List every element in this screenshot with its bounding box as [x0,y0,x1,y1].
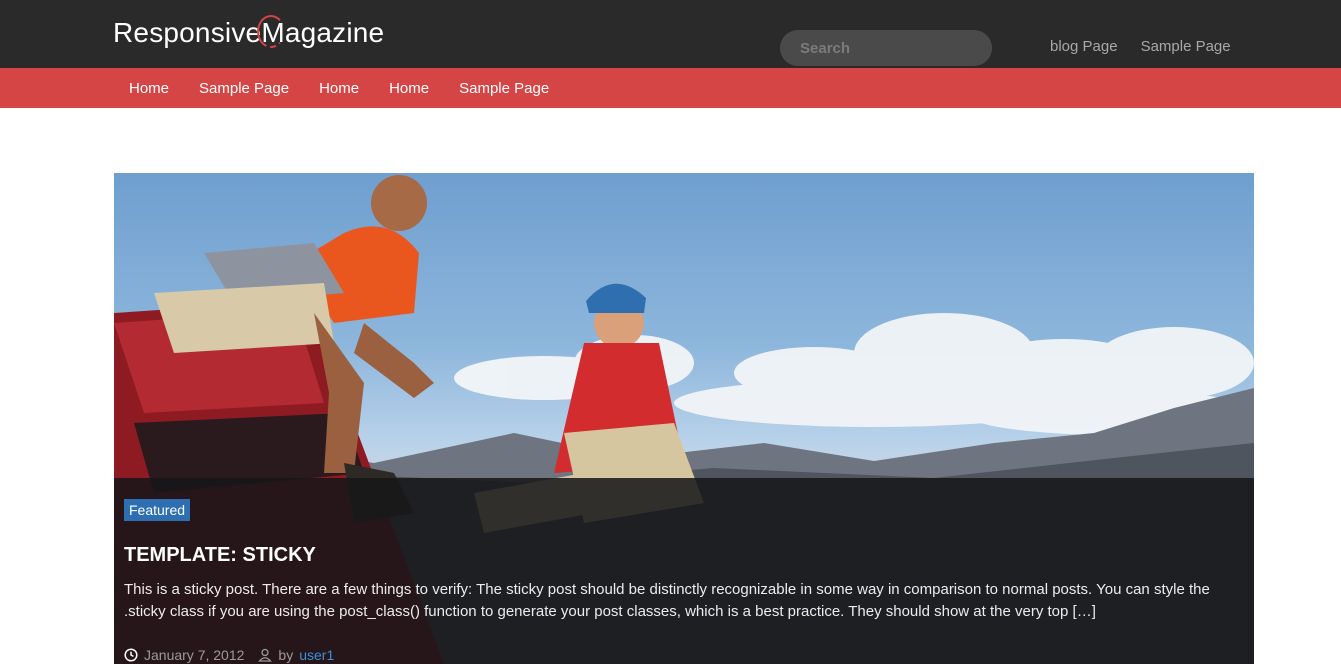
main-nav-items: Home Sample Page Home Home Sample Page [114,68,564,108]
post-author-prefix: by [278,647,294,663]
main-nav: Home Sample Page Home Home Sample Page [0,68,1341,108]
search-input[interactable] [780,30,992,66]
post-meta: January 7, 2012 by user1 [124,647,334,663]
post-author-link[interactable]: user1 [299,647,334,663]
post-overlay: Featured TEMPLATE: STICKY This is a stic… [114,478,1254,664]
nav-item-home-2[interactable]: Home [304,80,374,97]
post-title[interactable]: TEMPLATE: STICKY [124,544,316,567]
logo-text-end: agazine [284,17,385,48]
top-link-blog-page[interactable]: blog Page [1050,38,1118,55]
top-link-sample-page[interactable]: Sample Page [1141,38,1231,55]
nav-item-home-3[interactable]: Home [374,80,444,97]
post-date: January 7, 2012 [144,647,245,663]
top-menu: blog Page Sample Page [1050,38,1231,55]
featured-badge[interactable]: Featured [124,499,191,521]
post-excerpt: This is a sticky post. There are a few t… [124,581,1210,620]
featured-post[interactable]: Featured TEMPLATE: STICKY This is a stic… [114,173,1254,664]
clock-icon [124,648,138,662]
logo-m-mark: M [257,15,286,49]
nav-item-home[interactable]: Home [114,80,184,97]
site-logo[interactable]: Responsive M agazine [113,15,385,49]
user-icon [258,648,273,662]
logo-text-start: Responsive [113,17,262,48]
nav-item-sample-page-2[interactable]: Sample Page [444,80,564,97]
nav-item-sample-page[interactable]: Sample Page [184,80,304,97]
site-header: Responsive M agazine blog Page Sample Pa… [0,0,1341,68]
